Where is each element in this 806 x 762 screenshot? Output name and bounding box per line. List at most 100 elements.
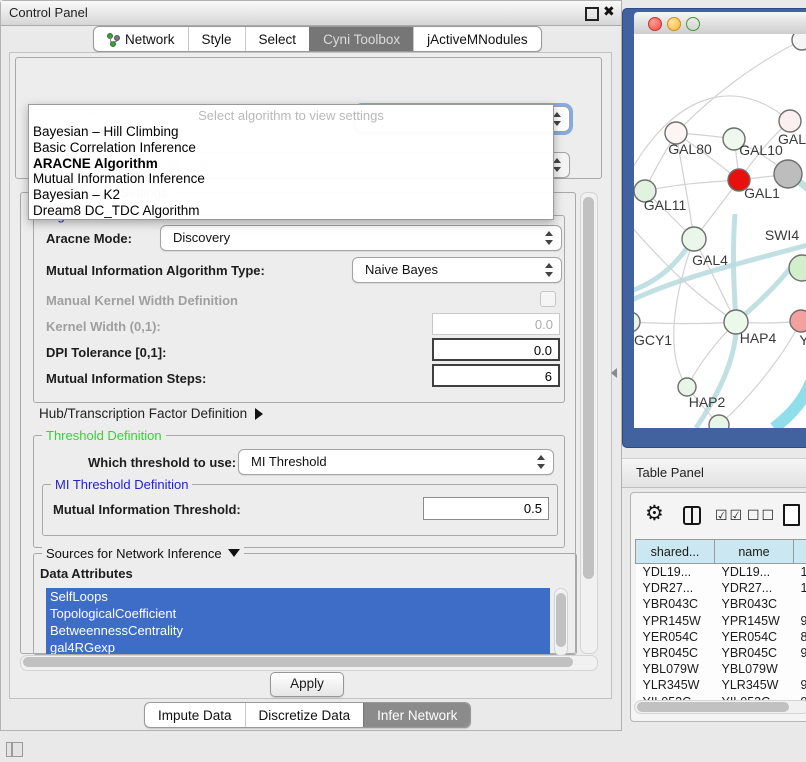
close-icon[interactable]: ✖ <box>603 3 615 20</box>
table-row[interactable]: YBL079WYBL079W <box>636 661 806 677</box>
attributes-scrollbar[interactable] <box>554 588 568 656</box>
network-node-swi4[interactable] <box>789 255 806 281</box>
settings-vertical-scrollbar[interactable] <box>580 192 598 654</box>
mi-steps-field[interactable]: 6 <box>432 364 560 387</box>
algorithm-option[interactable]: Mutual Information Inference <box>33 171 543 187</box>
table-cell[interactable]: YLR345W <box>715 677 794 693</box>
table-cell[interactable] <box>794 596 806 612</box>
hub-definition-expander[interactable]: Hub/Transcription Factor Definition <box>39 406 263 421</box>
network-node-gal[interactable] <box>779 110 801 132</box>
network-node-label: GCY1 <box>634 332 672 348</box>
attribute-list-item[interactable]: BetweennessCentrality <box>46 622 550 639</box>
tab-jactivemnodules[interactable]: jActiveMNodules <box>413 27 541 51</box>
table-row[interactable]: YLR345WYLR345W9. <box>636 677 806 693</box>
table-cell[interactable]: YBR043C <box>636 596 715 612</box>
apply-button[interactable]: Apply <box>270 672 344 697</box>
table-cell[interactable]: YDR27... <box>715 580 794 596</box>
network-node[interactable] <box>792 34 806 50</box>
algorithm-option[interactable]: ARACNE Algorithm <box>33 156 543 172</box>
table-horizontal-scrollbar-thumb[interactable] <box>637 702 789 712</box>
tab-select[interactable]: Select <box>245 27 310 51</box>
table-row[interactable]: YBR043CYBR043C <box>636 596 806 612</box>
settings-horizontal-scrollbar-thumb[interactable] <box>23 657 573 667</box>
gear-icon[interactable]: ⚙ <box>645 501 664 526</box>
attribute-list-item[interactable]: TopologicalCoefficient <box>46 605 550 622</box>
table-horizontal-scrollbar[interactable] <box>634 700 806 714</box>
table-header-name[interactable]: name <box>715 540 794 564</box>
table-row[interactable]: YDR27...YDR27...12 <box>636 580 806 596</box>
network-node-gcy1[interactable] <box>634 312 640 332</box>
hub-definition-label: Hub/Transcription Factor Definition <box>39 406 247 421</box>
table-cell[interactable]: 9. <box>794 677 806 693</box>
table-cell[interactable]: YDR27... <box>636 580 715 596</box>
table-cell[interactable]: YBR045C <box>715 645 794 661</box>
tab-infer-network[interactable]: Infer Network <box>363 703 470 727</box>
table-cell[interactable]: 12 <box>794 580 806 596</box>
tab-style[interactable]: Style <box>188 27 245 51</box>
table-panel-titlebar[interactable]: Table Panel <box>622 458 806 488</box>
file-icon[interactable] <box>783 504 800 526</box>
table-panel-body: ⚙ ☑☑ ☐☐ shared...name YDL19...YDL19...13… <box>630 492 806 722</box>
attributes-scrollbar-thumb[interactable] <box>556 593 566 647</box>
table-cell[interactable]: YBL079W <box>715 661 794 677</box>
algorithm-option[interactable]: Basic Correlation Inference <box>33 140 543 156</box>
table-cell[interactable] <box>794 661 806 677</box>
table-cell[interactable]: YBL079W <box>636 661 715 677</box>
algorithm-option[interactable]: Dream8 DC_TDC Algorithm <box>33 203 543 219</box>
manual-kernel-width-checkbox[interactable] <box>540 291 556 307</box>
settings-horizontal-scrollbar[interactable] <box>20 655 598 671</box>
tab-network[interactable]: Network <box>94 27 188 51</box>
table-row[interactable]: YER054CYER054C8. <box>636 629 806 645</box>
zoom-button[interactable] <box>686 17 700 31</box>
table-cell[interactable]: YBR043C <box>715 596 794 612</box>
table-cell[interactable]: 13 <box>794 564 806 581</box>
tab-impute-data[interactable]: Impute Data <box>145 703 245 727</box>
table-header-clipped[interactable] <box>794 540 806 564</box>
mi-threshold-field[interactable]: 0.5 <box>423 497 549 520</box>
unchecked-boxes-icon[interactable]: ☐☐ <box>747 507 776 524</box>
table-row[interactable]: YDL19...YDL19...13 <box>636 564 806 581</box>
node-table[interactable]: shared...name YDL19...YDL19...13YDR27...… <box>635 539 806 710</box>
algorithm-option[interactable]: Bayesian – Hill Climbing <box>33 124 543 140</box>
settings-vertical-scrollbar-thumb[interactable] <box>583 197 594 579</box>
algorithm-option[interactable]: Bayesian – K2 <box>33 187 543 203</box>
dpi-tolerance-field[interactable]: 0.0 <box>432 338 560 361</box>
table-cell[interactable]: 9. <box>794 613 806 629</box>
attribute-list-item[interactable]: gal4RGexp <box>46 639 550 654</box>
network-node-y[interactable] <box>790 310 806 332</box>
columns-icon[interactable] <box>683 506 701 525</box>
table-cell[interactable]: YDL19... <box>715 564 794 581</box>
table-cell[interactable]: YER054C <box>715 629 794 645</box>
close-button[interactable] <box>648 17 662 31</box>
network-node-gal4[interactable] <box>682 227 706 251</box>
table-cell[interactable]: YLR345W <box>636 677 715 693</box>
network-window-titlebar[interactable] <box>634 12 806 35</box>
table-cell[interactable]: 8. <box>794 629 806 645</box>
mi-algorithm-type-combobox[interactable]: Naive Bayes <box>352 257 562 283</box>
splitpane-collapse-icon[interactable] <box>611 368 617 378</box>
table-cell[interactable]: 9. <box>794 645 806 661</box>
table-cell[interactable]: YPR145W <box>715 613 794 629</box>
dock-panel-icon[interactable] <box>6 742 23 757</box>
tab-discretize-data[interactable]: Discretize Data <box>245 703 364 727</box>
float-window-icon[interactable] <box>585 7 599 21</box>
attribute-list-item[interactable]: SelfLoops <box>46 588 550 605</box>
table-cell[interactable]: YPR145W <box>636 613 715 629</box>
table-row[interactable]: YBR045CYBR045C9. <box>636 645 806 661</box>
data-attributes-list[interactable]: SelfLoopsTopologicalCoefficientBetweenne… <box>46 588 550 654</box>
table-header-shared...[interactable]: shared... <box>636 540 715 564</box>
network-node[interactable] <box>774 160 802 188</box>
table-row[interactable]: YPR145WYPR145W9. <box>636 613 806 629</box>
kernel-width-field[interactable]: 0.0 <box>432 313 560 335</box>
table-cell[interactable]: YDL19... <box>636 564 715 581</box>
table-cell[interactable]: YER054C <box>636 629 715 645</box>
minimize-button[interactable] <box>667 17 681 31</box>
network-canvas[interactable]: GALGAL80GAL10GAL1GAL11SWI4GAL4GCY1HAP4YH… <box>634 34 806 428</box>
which-threshold-combobox[interactable]: MI Threshold <box>238 449 554 475</box>
network-node[interactable] <box>709 415 729 428</box>
aracne-mode-combobox[interactable]: Discovery <box>160 225 562 251</box>
tab-cyni-toolbox[interactable]: Cyni Toolbox <box>309 27 413 51</box>
control-panel-titlebar[interactable]: Control Panel ✖ <box>1 1 621 26</box>
table-cell[interactable]: YBR045C <box>636 645 715 661</box>
checked-boxes-icon[interactable]: ☑☑ <box>715 507 744 524</box>
